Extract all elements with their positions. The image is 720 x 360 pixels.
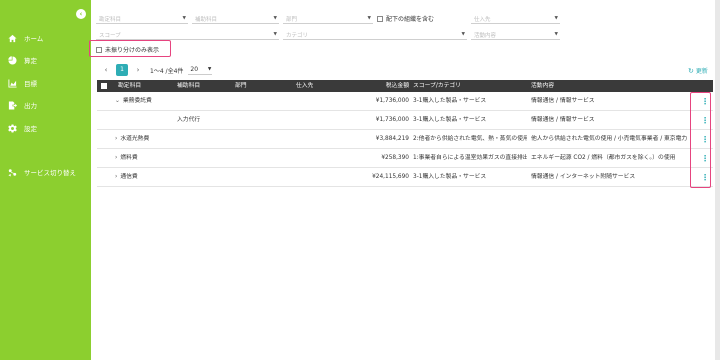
sidebar-item-settings[interactable]: 設定 (7, 122, 37, 134)
sidebar-item-label: ホーム (24, 35, 44, 43)
activity-cell: 他人から供給された電気の使用 / 小売電気事業者 / 東京電力 (531, 136, 687, 142)
select-all-checkbox[interactable] (101, 83, 107, 89)
activity-cell: 情報通信 / 情報サービス (531, 117, 595, 123)
amount-cell: ¥3,884,219 (375, 136, 409, 142)
chevron-right-icon[interactable]: › (115, 155, 117, 161)
column-header-scope[interactable]: スコープ/カテゴリ (413, 80, 527, 92)
column-header-sub-account[interactable]: 補助科目 (177, 80, 200, 92)
supplier-select[interactable]: 仕入先 ▼ (471, 13, 560, 24)
chart-pie-icon (7, 55, 17, 65)
column-header-supplier[interactable]: 仕入先 (296, 80, 313, 92)
activity-cell: 情報通信 / 情報サービス (531, 98, 595, 104)
amount-cell: ¥24,115,690 (372, 174, 409, 180)
table-row[interactable]: › 燃料費 ¥258,390 1:事業者自らによる温室効果ガスの直接排出 エネルギ… (97, 149, 713, 168)
prev-page-icon[interactable]: ‹ (100, 66, 112, 74)
table-row[interactable]: ⌄ 業務委託費 ¥1,736,000 3-1購入した製品・サービス 情報通信 / … (97, 92, 713, 111)
sidebar-item-label: 設定 (24, 125, 37, 133)
amount-cell: ¥258,390 (381, 155, 409, 161)
caret-down-icon: ▼ (554, 32, 558, 37)
scope-cell: 3-1購入した製品・サービス (413, 98, 487, 104)
highlight-frame (690, 92, 711, 188)
sidebar-item-calculation[interactable]: 算定 (7, 54, 37, 66)
table-row[interactable]: › 水道光熱費 ¥3,884,219 2:他者から供給された電気、熱・蒸気の使用 … (97, 130, 713, 149)
sidebar-item-label: 出力 (24, 102, 37, 110)
sidebar-item-target[interactable]: 目標 (7, 77, 37, 89)
sidebar-item-label: サービス切り替え (24, 169, 76, 177)
scope-select[interactable]: スコープ ▼ (96, 29, 279, 40)
column-header-account[interactable]: 勘定科目 (118, 80, 141, 92)
sidebar: ‹ ホーム 算定 目標 出力 設定 サービス切り替え (0, 0, 91, 360)
pagination: ‹ 1 › 1〜4 /全4件 20 ▼ (100, 64, 213, 76)
caret-down-icon: ▼ (461, 32, 465, 37)
include-sub-org-checkbox[interactable]: 配下の組織を含む (377, 14, 434, 23)
amount-cell: ¥1,736,000 (375, 117, 409, 123)
file-export-icon (7, 100, 17, 110)
account-select[interactable]: 勘定科目 ▼ (96, 13, 188, 24)
activity-cell: 情報通信 / インターネット附随サービス (531, 174, 636, 180)
account-cell[interactable]: ⌄ 業務委託費 (115, 92, 152, 111)
next-page-icon[interactable]: › (132, 66, 144, 74)
amount-cell: ¥1,736,000 (375, 98, 409, 104)
column-header-department[interactable]: 部門 (235, 80, 247, 92)
gear-icon (7, 123, 17, 133)
table-row[interactable]: 入力代行 ¥1,736,000 3-1購入した製品・サービス 情報通信 / 情報… (97, 111, 713, 130)
sidebar-item-output[interactable]: 出力 (7, 99, 37, 111)
column-header-activity[interactable]: 活動内容 (531, 80, 687, 92)
refresh-button[interactable]: ↻ 更新 (688, 66, 708, 76)
chart-area-icon (7, 78, 17, 88)
switch-icon (7, 167, 17, 177)
highlight-frame (89, 40, 171, 57)
sidebar-item-switch-service[interactable]: サービス切り替え (7, 166, 76, 178)
refresh-icon: ↻ (688, 66, 694, 75)
table-header: 勘定科目 補助科目 部門 仕入先 税込金額 スコープ/カテゴリ 活動内容 (97, 80, 713, 92)
chevron-right-icon[interactable]: › (115, 174, 117, 180)
page-size-select[interactable]: 20 ▼ (188, 65, 213, 75)
account-cell[interactable]: › 水道光熱費 (115, 130, 149, 149)
scope-cell: 3-1購入した製品・サービス (413, 117, 487, 123)
current-page-button[interactable]: 1 (116, 64, 128, 76)
category-select[interactable]: カテゴリ ▼ (283, 29, 467, 40)
account-cell[interactable]: › 通信費 (115, 168, 138, 187)
column-header-amount[interactable]: 税込金額 (353, 80, 409, 92)
account-cell[interactable]: › 燃料費 (115, 149, 138, 168)
caret-down-icon: ▼ (554, 16, 558, 21)
sub-account-cell: 入力代行 (177, 117, 201, 123)
sidebar-item-label: 算定 (24, 57, 37, 65)
home-icon (7, 33, 17, 43)
scope-cell: 1:事業者自らによる温室効果ガスの直接排出 (413, 155, 527, 161)
caret-down-icon: ▼ (367, 16, 371, 21)
page-info: 1〜4 /全4件 (150, 67, 184, 75)
caret-down-icon: ▼ (273, 16, 277, 21)
department-select[interactable]: 部門 ▼ (283, 13, 373, 24)
activity-cell: エネルギー起源 CO2 / 燃料（都市ガスを除く。）の使用 (531, 155, 676, 161)
scope-cell: 3-1購入した製品・サービス (413, 174, 487, 180)
table-row[interactable]: › 通信費 ¥24,115,690 3-1購入した製品・サービス 情報通信 / イ… (97, 168, 713, 187)
scrollbar[interactable] (715, 0, 720, 360)
caret-down-icon: ▼ (182, 16, 186, 21)
scope-cell: 2:他者から供給された電気、熱・蒸気の使用 (413, 136, 527, 142)
chevron-right-icon[interactable]: › (115, 136, 117, 142)
chevron-down-icon[interactable]: ⌄ (115, 98, 120, 104)
sub-account-select[interactable]: 補助科目 ▼ (192, 13, 279, 24)
caret-down-icon: ▼ (273, 32, 277, 37)
checkbox-box[interactable] (377, 15, 383, 22)
sidebar-item-label: 目標 (24, 80, 37, 88)
chevron-left-icon[interactable]: ‹ (76, 9, 86, 19)
sidebar-item-home[interactable]: ホーム (7, 32, 43, 44)
activity-select[interactable]: 活動内容 ▼ (471, 29, 560, 40)
caret-down-icon: ▼ (207, 67, 212, 72)
